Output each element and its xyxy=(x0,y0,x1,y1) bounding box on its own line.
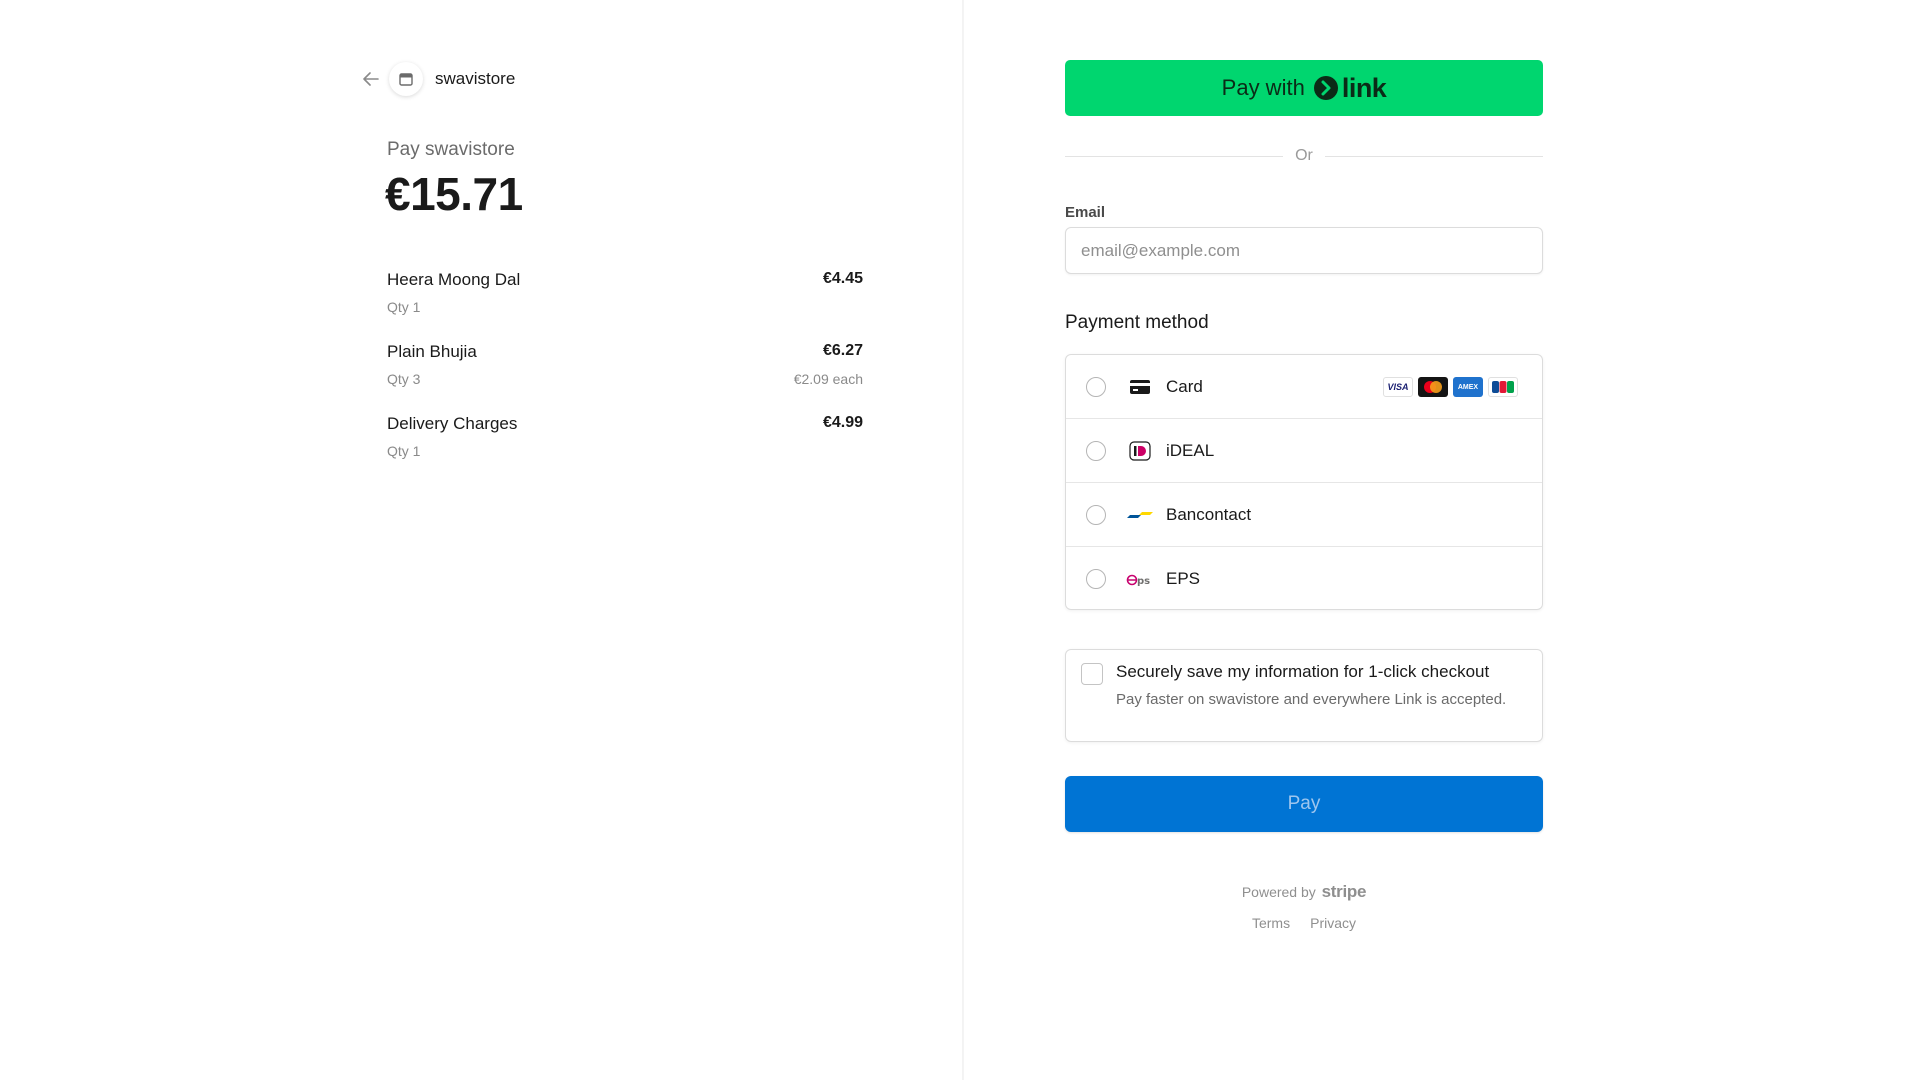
order-summary-panel: swavistore Pay swavistore €15.71 Heera M… xyxy=(0,0,962,1080)
terms-link[interactable]: Terms xyxy=(1252,915,1290,931)
payment-option-ideal[interactable]: iDEAL xyxy=(1066,419,1542,483)
item-name: Plain Bhujia xyxy=(387,342,477,361)
eps-icon: ps xyxy=(1126,569,1154,589)
item-unit-price: €2.09 each xyxy=(793,371,863,387)
item-name: Heera Moong Dal xyxy=(387,270,521,289)
jcb-icon xyxy=(1488,377,1518,397)
bancontact-icon xyxy=(1126,505,1154,525)
visa-icon: VISA xyxy=(1383,377,1413,397)
divider-line xyxy=(1065,155,1284,157)
store-name: swavistore xyxy=(435,69,516,88)
radio-button[interactable] xyxy=(1086,440,1106,461)
save-info-checkbox[interactable] xyxy=(1081,663,1103,685)
payment-option-bancontact[interactable]: Bancontact xyxy=(1066,483,1542,547)
powered-by: Powered by stripe xyxy=(1065,882,1543,902)
payment-method-list: Card VISA AMEX iDEAL Bancontact ps EPS xyxy=(1065,354,1543,610)
payment-option-eps[interactable]: ps EPS xyxy=(1066,547,1542,609)
payment-option-label: Card xyxy=(1166,376,1203,396)
save-info-option: Securely save my information for 1-click… xyxy=(1065,649,1543,742)
svg-text:ps: ps xyxy=(1137,576,1150,587)
footer-links: Terms Privacy xyxy=(1065,915,1543,931)
item-qty: Qty 3 xyxy=(387,371,421,387)
item-price: €6.27 xyxy=(822,342,863,359)
save-info-description: Pay faster on swavistore and everywhere … xyxy=(1116,691,1507,708)
or-label: Or xyxy=(1295,147,1313,164)
ideal-icon xyxy=(1126,440,1154,461)
pay-button[interactable]: Pay xyxy=(1065,776,1543,832)
stripe-logo[interactable]: stripe xyxy=(1322,882,1367,901)
link-logo: link xyxy=(1313,73,1387,104)
total-amount: €15.71 xyxy=(385,168,523,220)
item-qty: Qty 1 xyxy=(387,299,421,315)
privacy-link[interactable]: Privacy xyxy=(1310,915,1356,931)
email-label: Email xyxy=(1065,204,1106,221)
payment-option-label: iDEAL xyxy=(1166,440,1215,460)
link-wordmark: link xyxy=(1341,72,1387,103)
pay-with-link-button[interactable]: Pay with link xyxy=(1065,60,1543,116)
item-name: Delivery Charges xyxy=(387,414,518,433)
pay-with-label: Pay with xyxy=(1221,75,1305,100)
radio-button[interactable] xyxy=(1086,376,1106,397)
email-field[interactable] xyxy=(1065,227,1543,274)
item-price: €4.45 xyxy=(822,270,863,287)
merchant-header: swavistore xyxy=(359,62,515,96)
payment-option-label: EPS xyxy=(1166,569,1201,588)
card-brands: VISA AMEX xyxy=(1383,377,1518,397)
radio-button[interactable] xyxy=(1086,569,1106,589)
payment-option-card[interactable]: Card VISA AMEX xyxy=(1066,355,1542,419)
card-icon xyxy=(1126,377,1154,397)
payment-option-label: Bancontact xyxy=(1166,504,1252,524)
payment-method-label: Payment method xyxy=(1065,312,1209,333)
line-item: Heera Moong Dal Qty 1 €4.45 xyxy=(387,268,863,340)
mastercard-icon xyxy=(1418,377,1448,397)
item-qty: Qty 1 xyxy=(387,443,421,459)
item-price: €4.99 xyxy=(822,414,863,431)
line-item: Plain Bhujia Qty 3 €6.27 €2.09 each xyxy=(387,340,863,412)
store-icon xyxy=(389,62,423,96)
link-arrow-icon xyxy=(1313,76,1338,100)
line-item: Delivery Charges Qty 1 €4.99 xyxy=(387,412,863,484)
radio-button[interactable] xyxy=(1086,504,1106,525)
or-divider: Or xyxy=(1065,146,1543,166)
amex-icon: AMEX xyxy=(1453,377,1483,397)
save-info-title: Securely save my information for 1-click… xyxy=(1116,662,1490,681)
pay-merchant-label: Pay swavistore xyxy=(387,139,515,160)
line-items-list: Heera Moong Dal Qty 1 €4.45 Plain Bhujia… xyxy=(387,268,863,484)
back-arrow-icon[interactable] xyxy=(359,67,383,91)
powered-by-label: Powered by xyxy=(1241,884,1316,900)
divider-line xyxy=(1324,155,1543,157)
